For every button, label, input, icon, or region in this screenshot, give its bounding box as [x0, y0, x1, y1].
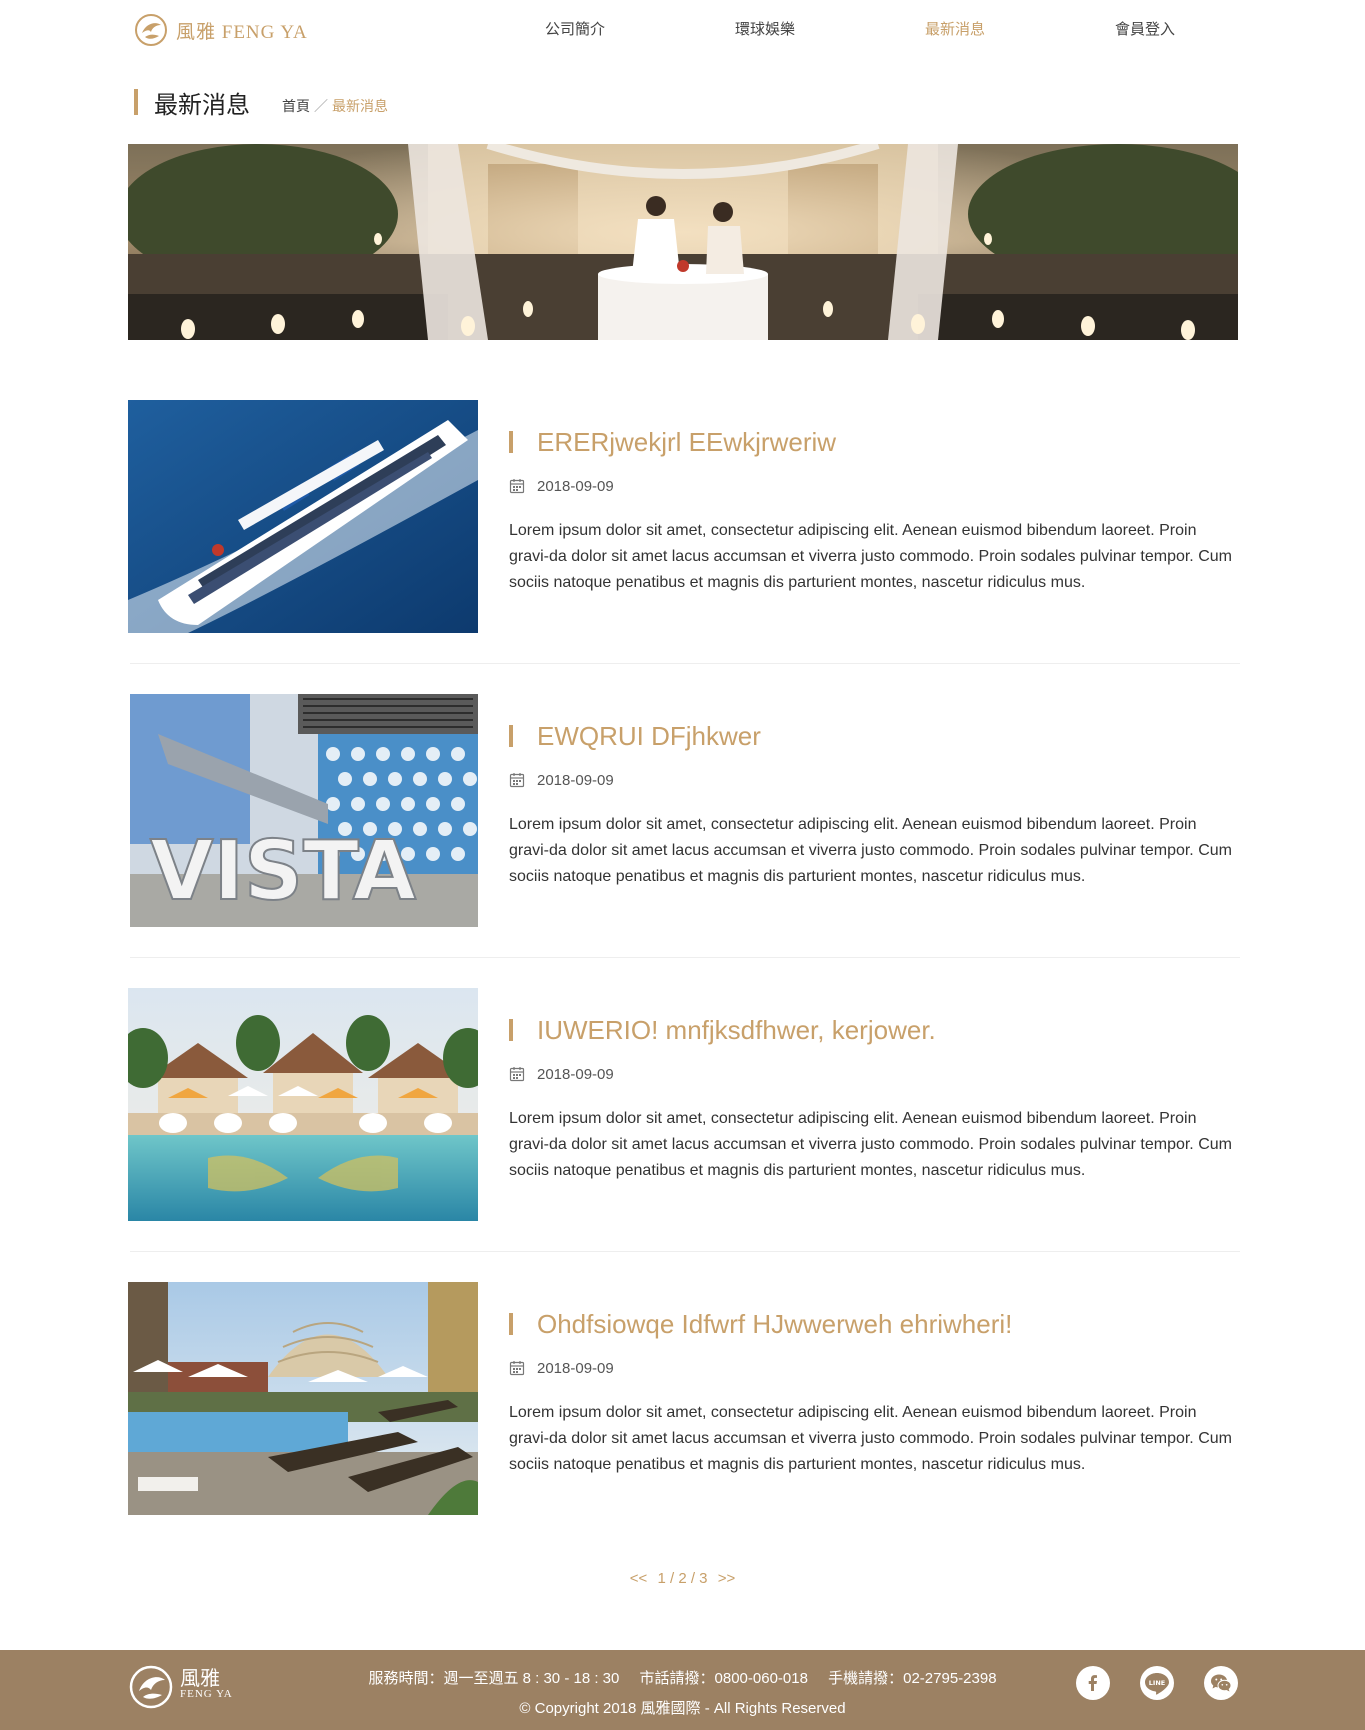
- facebook-button[interactable]: [1076, 1666, 1110, 1700]
- news-date: 2018-09-09: [537, 771, 614, 789]
- news-date: 2018-09-09: [537, 1359, 614, 1377]
- site-footer: 風雅 FENG YA 服務時間：週一至週五 8 : 30 - 18 : 30 市…: [0, 1650, 1365, 1730]
- breadcrumb-current: 最新消息: [332, 98, 388, 114]
- news-item: VISTA EWQRUI DFjhkwer 2018-09-09 Lorem i…: [128, 694, 1240, 988]
- calendar-icon: [509, 479, 525, 494]
- wechat-button[interactable]: [1204, 1666, 1238, 1700]
- news-title[interactable]: Ohdfsiowqe Idfwrf HJwwerweh ehriwheri!: [537, 1309, 1012, 1340]
- news-excerpt: Lorem ipsum dolor sit amet, consectetur …: [509, 1404, 1232, 1473]
- news-content: EWQRUI DFjhkwer 2018-09-09 Lorem ipsum d…: [509, 718, 1239, 890]
- news-divider: [130, 663, 1240, 664]
- news-date-row: 2018-09-09: [509, 770, 1239, 790]
- news-excerpt: Lorem ipsum dolor sit amet, consectetur …: [509, 522, 1232, 591]
- news-title[interactable]: EWQRUI DFjhkwer: [537, 721, 761, 752]
- breadcrumb: 首頁／最新消息: [282, 96, 388, 116]
- news-date-row: 2018-09-09: [509, 1358, 1239, 1378]
- footer-mobile: 手機請撥：02-2795-2398: [828, 1670, 997, 1687]
- page-title: 最新消息: [154, 91, 250, 119]
- news-thumbnail-resort-pool[interactable]: [128, 988, 478, 1221]
- breadcrumb-home[interactable]: 首頁: [282, 98, 310, 114]
- breadcrumb-separator: ／: [314, 98, 328, 114]
- news-date: 2018-09-09: [537, 477, 614, 495]
- news-title-row: IUWERIO! mnfjksdfhwer, kerjower.: [509, 1012, 1239, 1048]
- pagination: << 1 / 2 / 3 >>: [0, 1570, 1365, 1587]
- line-icon-label: LINE: [1149, 1679, 1165, 1687]
- calendar-icon: [509, 1361, 525, 1376]
- news-excerpt: Lorem ipsum dolor sit amet, consectetur …: [509, 816, 1232, 885]
- logo-text: 風雅 FENG YA: [176, 21, 308, 43]
- news-divider: [130, 1251, 1240, 1252]
- news-date: 2018-09-09: [537, 1065, 614, 1083]
- pagination-pages[interactable]: 1 / 2 / 3: [657, 1570, 707, 1587]
- pagination-prev[interactable]: <<: [630, 1570, 648, 1587]
- news-content: ERERjwekjrl EEwkjrweriw 2018-09-09 Lorem…: [509, 424, 1239, 596]
- news-item: IUWERIO! mnfjksdfhwer, kerjower. 2018-09…: [128, 988, 1240, 1282]
- news-item: ERERjwekjrl EEwkjrweriw 2018-09-09 Lorem…: [128, 400, 1240, 694]
- nav-item-about[interactable]: 公司簡介: [480, 18, 670, 42]
- news-excerpt: Lorem ipsum dolor sit amet, consectetur …: [509, 1110, 1232, 1179]
- calendar-icon: [509, 773, 525, 788]
- news-title-row: ERERjwekjrl EEwkjrweriw: [509, 424, 1239, 460]
- phoenix-logo-icon: [135, 14, 167, 46]
- footer-service-hours: 服務時間：週一至週五 8 : 30 - 18 : 30: [368, 1670, 620, 1687]
- calendar-icon: [509, 1067, 525, 1082]
- footer-landline: 市話請撥：0800-060-018: [639, 1670, 808, 1687]
- news-date-row: 2018-09-09: [509, 1064, 1239, 1084]
- hero-banner-image: [128, 144, 1238, 340]
- news-divider: [130, 957, 1240, 958]
- line-icon: LINE: [1145, 1673, 1169, 1695]
- news-title-accent-bar: [509, 431, 513, 453]
- news-title-accent-bar: [509, 1313, 513, 1335]
- nav-item-entertainment[interactable]: 環球娛樂: [670, 18, 860, 42]
- news-content: IUWERIO! mnfjksdfhwer, kerjower. 2018-09…: [509, 1012, 1239, 1184]
- news-content: Ohdfsiowqe Idfwrf HJwwerweh ehriwheri! 2…: [509, 1306, 1239, 1478]
- page-heading: 最新消息 首頁／最新消息: [134, 86, 388, 119]
- news-title-accent-bar: [509, 725, 513, 747]
- vista-sign-text: VISTA: [150, 824, 417, 919]
- news-thumbnail-vista-sign[interactable]: VISTA: [128, 694, 478, 927]
- pagination-next[interactable]: >>: [718, 1570, 736, 1587]
- main-nav: 公司簡介 環球娛樂 最新消息 會員登入: [480, 18, 1240, 42]
- news-item: Ohdfsiowqe Idfwrf HJwwerweh ehriwheri! 2…: [128, 1282, 1240, 1576]
- footer-social-links: LINE: [1076, 1666, 1238, 1700]
- cruise-ship-photo: [128, 400, 478, 633]
- rooftop-pool-photo: [128, 1282, 478, 1515]
- news-title[interactable]: ERERjwekjrl EEwkjrweriw: [537, 427, 836, 458]
- vista-building-photo: VISTA: [130, 694, 478, 927]
- line-button[interactable]: LINE: [1140, 1666, 1174, 1700]
- news-title-accent-bar: [509, 1019, 513, 1041]
- news-list: ERERjwekjrl EEwkjrweriw 2018-09-09 Lorem…: [128, 400, 1240, 1576]
- news-title-row: EWQRUI DFjhkwer: [509, 718, 1239, 754]
- news-date-row: 2018-09-09: [509, 476, 1239, 496]
- wechat-icon: [1211, 1674, 1232, 1692]
- site-logo[interactable]: 風雅 FENG YA: [134, 12, 308, 48]
- news-thumbnail-rooftop-pool[interactable]: [128, 1282, 478, 1515]
- news-title-row: Ohdfsiowqe Idfwrf HJwwerweh ehriwheri!: [509, 1306, 1239, 1342]
- facebook-icon: [1088, 1675, 1097, 1691]
- news-thumbnail-cruise-ship[interactable]: [128, 400, 478, 633]
- site-header: 風雅 FENG YA 公司簡介 環球娛樂 最新消息 會員登入: [0, 0, 1365, 60]
- nav-item-login[interactable]: 會員登入: [1050, 18, 1240, 42]
- romantic-dinner-photo: [128, 144, 1238, 340]
- news-title[interactable]: IUWERIO! mnfjksdfhwer, kerjower.: [537, 1015, 936, 1046]
- nav-item-news[interactable]: 最新消息: [860, 18, 1050, 42]
- title-accent-bar: [134, 89, 138, 115]
- resort-pool-photo: [128, 988, 478, 1221]
